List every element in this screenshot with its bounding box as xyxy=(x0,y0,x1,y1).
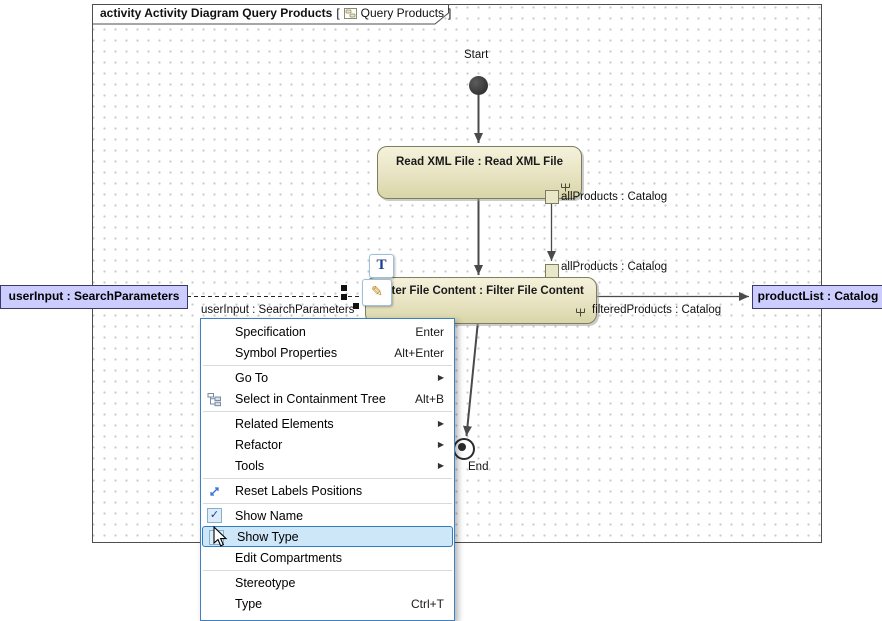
menu-separator xyxy=(203,570,452,571)
output-pin-allproducts[interactable] xyxy=(545,190,559,204)
action-filter-file-content[interactable]: Filter File Content : Filter File Conten… xyxy=(365,277,597,324)
menu-item-label: Refactor xyxy=(235,438,282,452)
menu-item-related-elements[interactable]: Related Elements ▶ xyxy=(201,413,454,434)
menu-item-label: Type xyxy=(235,597,262,611)
bracket-open: [ xyxy=(336,6,339,20)
mouse-cursor-icon xyxy=(213,526,229,553)
menu-item-go-to[interactable]: Go To ▶ xyxy=(201,367,454,388)
object-node-userinput-label: userInput : SearchParameters xyxy=(9,289,180,303)
menu-item-label: Show Name xyxy=(235,509,303,523)
menu-item-label: Symbol Properties xyxy=(235,346,337,360)
menu-item-select-in-containment-tree[interactable]: Select in Containment Tree Alt+B xyxy=(201,388,454,409)
bracket-close: ] xyxy=(448,6,451,20)
start-node-label[interactable]: Start xyxy=(464,49,488,61)
menu-separator xyxy=(203,365,452,366)
menu-item-edit-compartments[interactable]: Edit Compartments xyxy=(201,547,454,568)
checkbox-checked-icon: ✓ xyxy=(207,508,222,523)
submenu-arrow-icon: ▶ xyxy=(438,419,444,428)
menu-item-shortcut: Enter xyxy=(415,325,444,339)
menu-item-reset-labels-positions[interactable]: Reset Labels Positions xyxy=(201,480,454,501)
menu-item-shortcut: Ctrl+T xyxy=(411,597,444,611)
end-node-label[interactable]: End xyxy=(468,461,488,473)
submenu-arrow-icon: ▶ xyxy=(438,440,444,449)
edit-tool-button[interactable]: ✎ xyxy=(362,279,392,306)
rake-icon xyxy=(575,308,586,320)
diagram-name-text: Query Products xyxy=(361,6,444,20)
menu-item-type[interactable]: Type Ctrl+T xyxy=(201,593,454,614)
initial-node[interactable] xyxy=(469,76,488,95)
menu-item-label: Tools xyxy=(235,459,264,473)
text-tool-button[interactable]: T xyxy=(369,254,394,278)
menu-item-stereotype[interactable]: Stereotype xyxy=(201,572,454,593)
activity-diagram-icon xyxy=(344,8,357,19)
menu-item-shortcut: Alt+Enter xyxy=(394,346,444,360)
object-node-productlist-label: productList : Catalog xyxy=(758,289,879,303)
action-filter-label: Filter File Content : Filter File Conten… xyxy=(378,285,584,297)
reset-labels-icon xyxy=(206,483,222,499)
diagram-title-text: activity Activity Diagram Query Products xyxy=(100,6,332,20)
flow-label-userinput[interactable]: userInput : SearchParameters xyxy=(201,304,354,316)
menu-item-label: Select in Containment Tree xyxy=(235,392,386,406)
menu-item-show-name[interactable]: ✓ Show Name xyxy=(201,505,454,526)
menu-item-label: Related Elements xyxy=(235,417,334,431)
menu-item-label: Go To xyxy=(235,371,268,385)
menu-separator xyxy=(203,411,452,412)
menu-item-tools[interactable]: Tools ▶ xyxy=(201,455,454,476)
menu-item-label: Edit Compartments xyxy=(235,551,342,565)
output-pin-label[interactable]: allProducts : Catalog xyxy=(561,191,667,203)
submenu-arrow-icon: ▶ xyxy=(438,373,444,382)
menu-separator xyxy=(203,478,452,479)
flow-label-filteredproducts[interactable]: filteredProducts : Catalog xyxy=(592,304,721,316)
menu-item-label: Reset Labels Positions xyxy=(235,484,362,498)
menu-item-show-type[interactable]: ✓ Show Type xyxy=(202,526,453,547)
menu-item-label: Specification xyxy=(235,325,306,339)
menu-item-label: Stereotype xyxy=(235,576,295,590)
object-node-userinput[interactable]: userInput : SearchParameters xyxy=(0,285,188,309)
menu-item-symbol-properties[interactable]: Symbol Properties Alt+Enter xyxy=(201,342,454,363)
object-node-productlist[interactable]: productList : Catalog xyxy=(752,285,882,309)
menu-item-specification[interactable]: Specification Enter xyxy=(201,321,454,342)
activity-final-node[interactable] xyxy=(453,438,475,460)
action-read-label: Read XML File : Read XML File xyxy=(396,156,563,168)
context-menu: Specification Enter Symbol Properties Al… xyxy=(200,318,455,621)
menu-item-refactor[interactable]: Refactor ▶ xyxy=(201,434,454,455)
magicdraw-diagram-canvas: activity Activity Diagram Query Products… xyxy=(0,0,882,617)
containment-tree-icon xyxy=(206,391,222,407)
menu-item-shortcut: Alt+B xyxy=(415,392,444,406)
diagram-title: activity Activity Diagram Query Products… xyxy=(100,6,451,20)
input-pin-label[interactable]: allProducts : Catalog xyxy=(561,261,667,273)
submenu-arrow-icon: ▶ xyxy=(438,461,444,470)
menu-separator xyxy=(203,503,452,504)
input-pin-allproducts[interactable] xyxy=(545,264,559,278)
menu-item-label: Show Type xyxy=(237,530,299,544)
